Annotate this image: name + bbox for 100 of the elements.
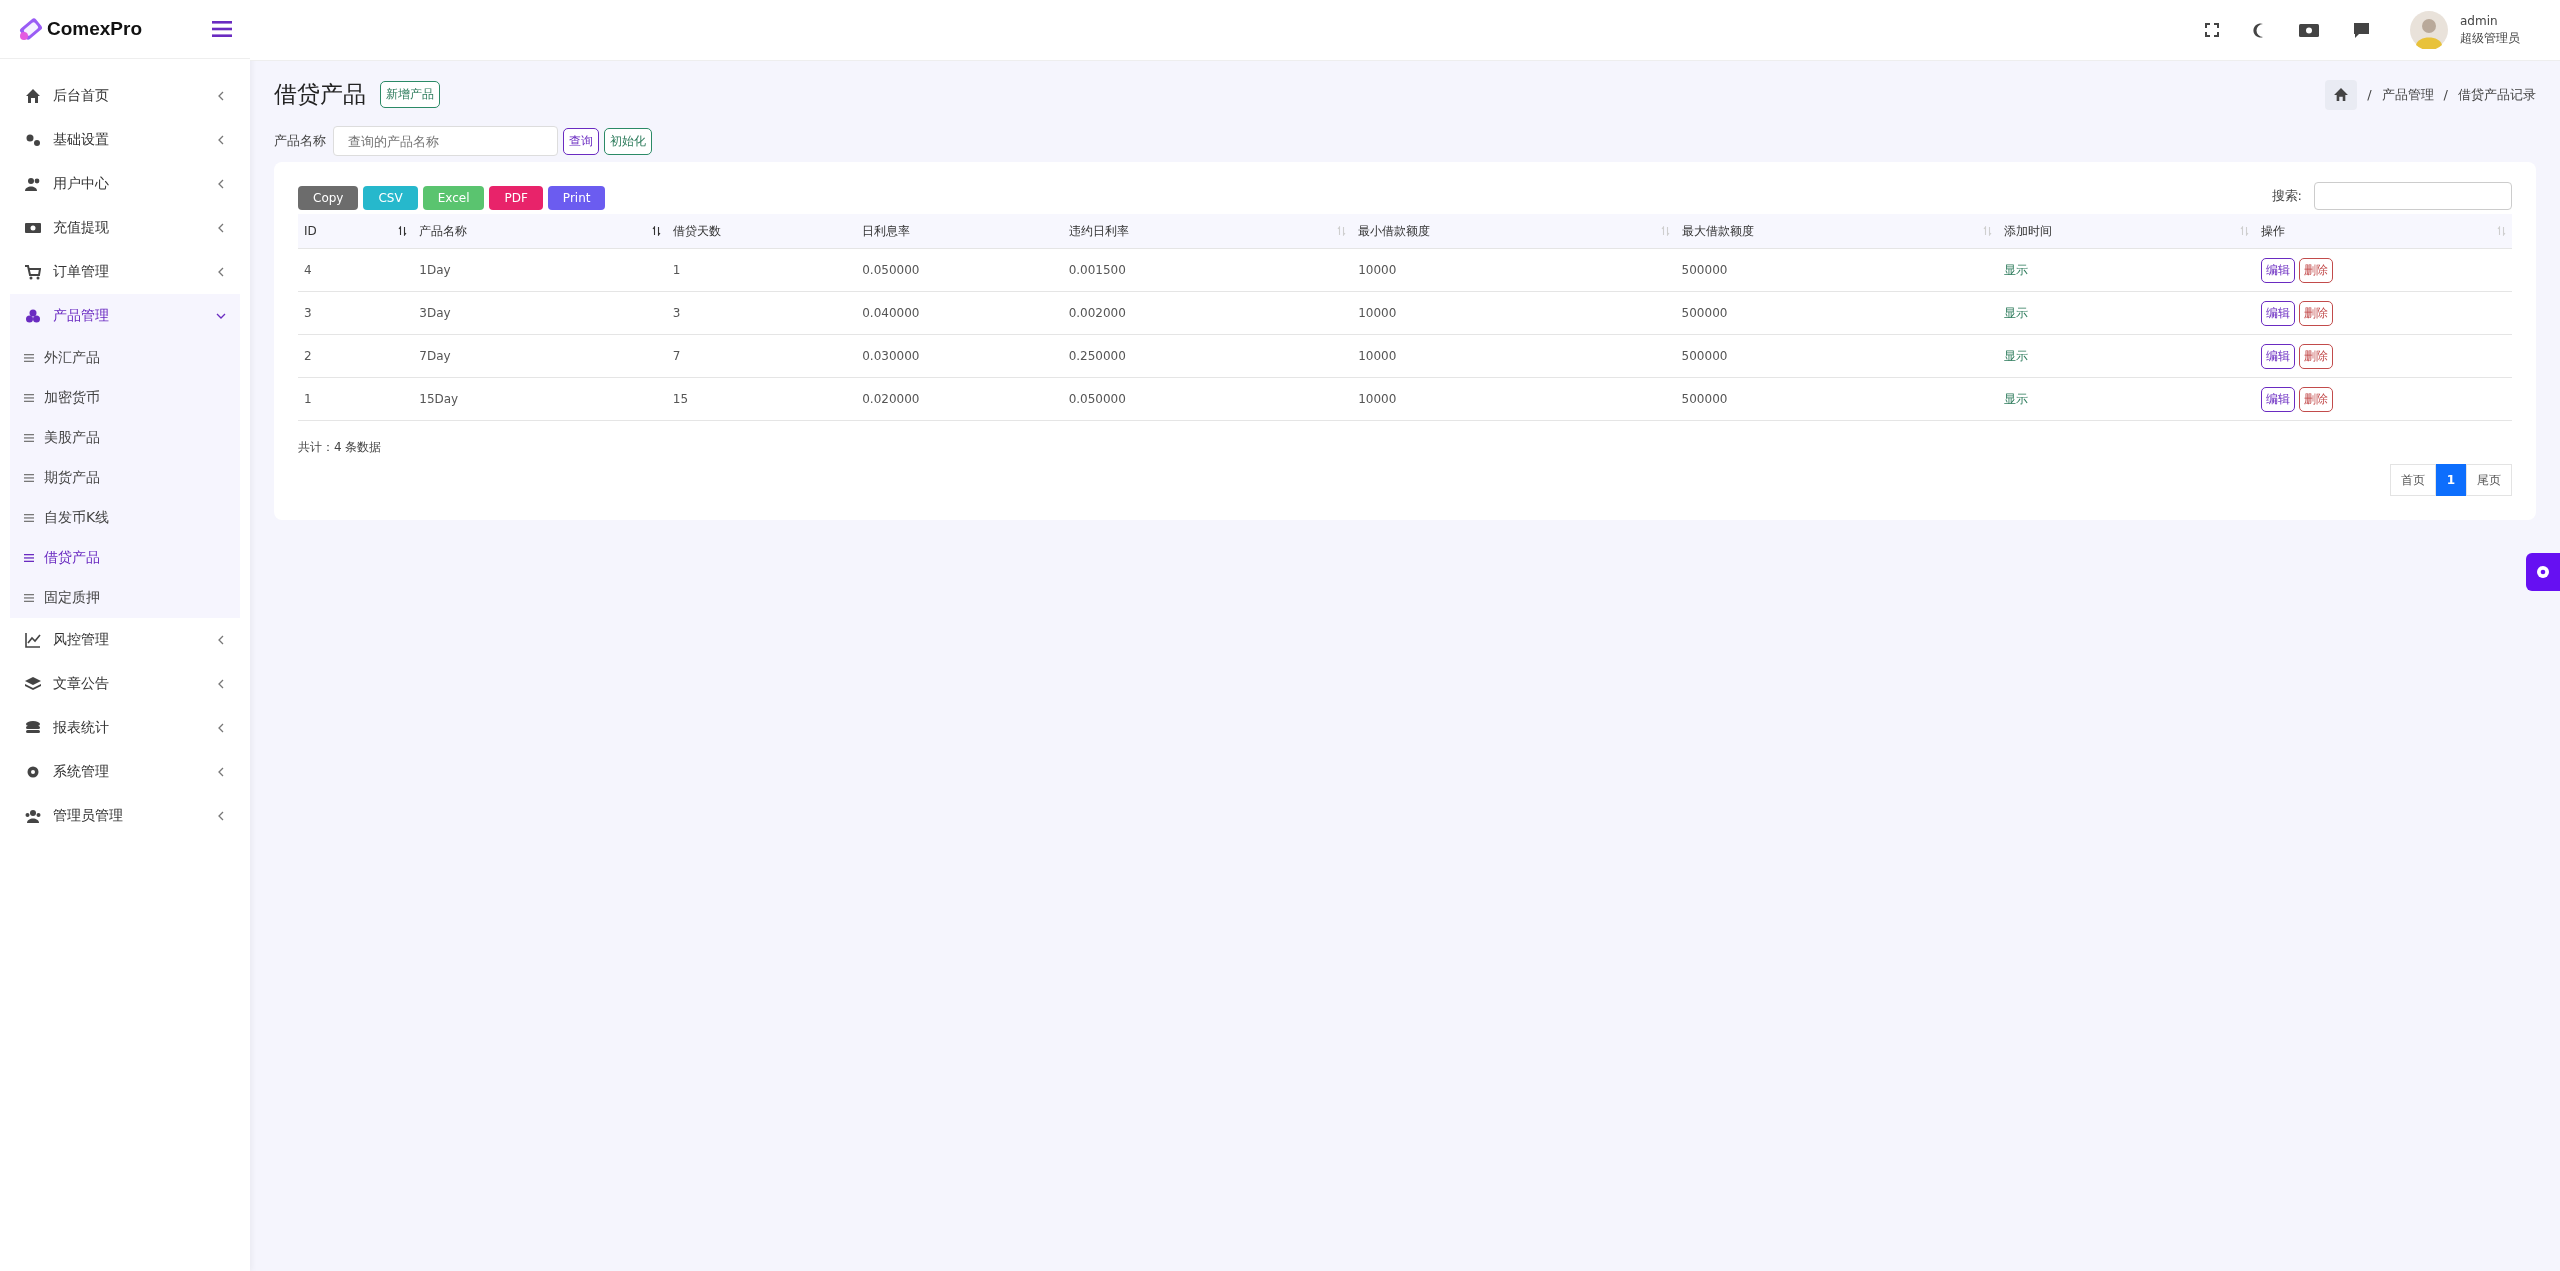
table-cell: 3	[298, 291, 414, 335]
submenu-item[interactable]: 固定质押	[10, 578, 240, 618]
home-breadcrumb[interactable]	[2325, 79, 2358, 110]
menu-icon[interactable]	[212, 21, 232, 37]
submenu-item[interactable]: 外汇产品	[10, 338, 240, 378]
table-cell: 500000	[1675, 291, 1999, 335]
table-cell: 0.040000	[856, 291, 1063, 335]
chevron-left-icon	[216, 91, 226, 101]
column-header[interactable]: 操作	[2254, 214, 2512, 249]
chevron-left-icon	[216, 767, 226, 777]
table-cell: 1Day	[413, 248, 667, 292]
sidebar-item[interactable]: 系统管理	[0, 750, 250, 794]
home-icon	[25, 88, 41, 104]
status-text: 显示	[1998, 377, 2255, 421]
filter-label: 产品名称	[274, 132, 326, 150]
sidebar-item[interactable]: 管理员管理	[0, 794, 250, 838]
search-field[interactable]	[2314, 182, 2512, 210]
submenu-item[interactable]: 加密货币	[10, 378, 240, 418]
product-name-field[interactable]: 查询的产品名称	[333, 126, 558, 156]
export-button[interactable]: Print	[547, 186, 606, 210]
fullscreen-icon[interactable]	[2205, 23, 2219, 37]
settings-button[interactable]	[2526, 553, 2560, 591]
table-cell: 7Day	[413, 334, 667, 378]
breadcrumb-separator: /	[2367, 87, 2372, 102]
chevron-down-icon	[216, 311, 226, 321]
submenu-item[interactable]: 自发币K线	[10, 498, 240, 538]
export-button[interactable]: Copy	[298, 186, 359, 210]
coins-icon	[25, 720, 41, 736]
user-name: admin	[2460, 13, 2499, 30]
table-cell: 500000	[1675, 334, 1999, 378]
status-text: 显示	[1998, 248, 2255, 292]
add-product-button[interactable]: 新增产品	[380, 81, 440, 108]
search-button[interactable]: 查询	[563, 127, 599, 155]
submenu-item[interactable]: 美股产品	[10, 418, 240, 458]
pagination-button[interactable]: 首页	[2389, 464, 2436, 496]
banknote-icon	[25, 220, 41, 236]
user-role: 超级管理员	[2460, 30, 2520, 47]
edit-button[interactable]: 编辑	[2260, 386, 2295, 412]
layers-icon	[25, 676, 41, 692]
breadcrumb-item[interactable]: 借贷产品记录	[2458, 85, 2536, 104]
table-cell: 10000	[1352, 248, 1676, 292]
table-cell: 3	[666, 291, 857, 335]
sidebar-item[interactable]: 订单管理	[0, 250, 250, 294]
reset-button[interactable]: 初始化	[604, 127, 652, 155]
delete-button[interactable]: 删除	[2298, 386, 2333, 412]
export-button[interactable]: PDF	[489, 186, 543, 210]
column-header[interactable]: 日利息率	[856, 214, 1063, 249]
pagination-button[interactable]: 1	[2435, 464, 2466, 496]
table-cell: 4	[298, 248, 414, 292]
column-header[interactable]: ID	[298, 214, 414, 249]
chevron-left-icon	[216, 267, 226, 277]
column-header[interactable]: 最大借款额度	[1675, 214, 1999, 249]
table-cell: 1	[298, 377, 414, 421]
table-cell: 1	[666, 248, 857, 292]
chat-icon[interactable]	[2353, 21, 2370, 39]
record-count: 共计：4 条数据	[298, 440, 382, 454]
chevron-left-icon	[216, 135, 226, 145]
list-icon	[24, 514, 34, 522]
pagination-button[interactable]: 尾页	[2466, 464, 2512, 496]
sidebar-item[interactable]: 充值提现	[0, 206, 250, 250]
edit-button[interactable]: 编辑	[2260, 300, 2295, 326]
breadcrumb-item[interactable]: 产品管理	[2381, 85, 2434, 104]
submenu-item[interactable]: 借贷产品	[10, 538, 240, 578]
sidebar-item[interactable]: 产品管理	[10, 294, 240, 338]
column-header[interactable]: 产品名称	[413, 214, 667, 249]
banknote-icon[interactable]	[2299, 23, 2319, 37]
sidebar-item[interactable]: 风控管理	[0, 618, 250, 662]
sidebar-item[interactable]: 文章公告	[0, 662, 250, 706]
table-cell: 0.002000	[1062, 291, 1353, 335]
sidebar-item[interactable]: 后台首页	[0, 74, 250, 118]
sidebar-item[interactable]: 报表统计	[0, 706, 250, 750]
list-icon	[24, 354, 34, 362]
column-header[interactable]: 添加时间	[1998, 214, 2255, 249]
list-icon	[24, 594, 34, 602]
edit-button[interactable]: 编辑	[2260, 343, 2295, 369]
table-cell: 10000	[1352, 377, 1676, 421]
column-header[interactable]: 最小借款额度	[1352, 214, 1676, 249]
edit-button[interactable]: 编辑	[2260, 257, 2295, 283]
table-cell: 15Day	[413, 377, 667, 421]
cart-icon	[25, 264, 41, 280]
chevron-left-icon	[216, 635, 226, 645]
table-cell: 15	[666, 377, 857, 421]
delete-button[interactable]: 删除	[2298, 300, 2333, 326]
table-cell: 10000	[1352, 291, 1676, 335]
status-text: 显示	[1998, 334, 2255, 378]
list-icon	[24, 394, 34, 402]
brand-name: ComexPro	[47, 18, 143, 40]
sidebar-item[interactable]: 用户中心	[0, 162, 250, 206]
delete-button[interactable]: 删除	[2298, 343, 2333, 369]
table-cell: 0.001500	[1062, 248, 1353, 292]
column-header[interactable]: 借贷天数	[666, 214, 857, 249]
status-text: 显示	[1998, 291, 2255, 335]
line-chart-icon	[25, 632, 41, 648]
column-header[interactable]: 违约日利率	[1062, 214, 1353, 249]
sidebar-item[interactable]: 基础设置	[0, 118, 250, 162]
table-cell: 500000	[1675, 377, 1999, 421]
delete-button[interactable]: 删除	[2298, 257, 2333, 283]
list-icon	[24, 434, 34, 442]
settings-icon	[25, 764, 41, 780]
submenu-item[interactable]: 期货产品	[10, 458, 240, 498]
